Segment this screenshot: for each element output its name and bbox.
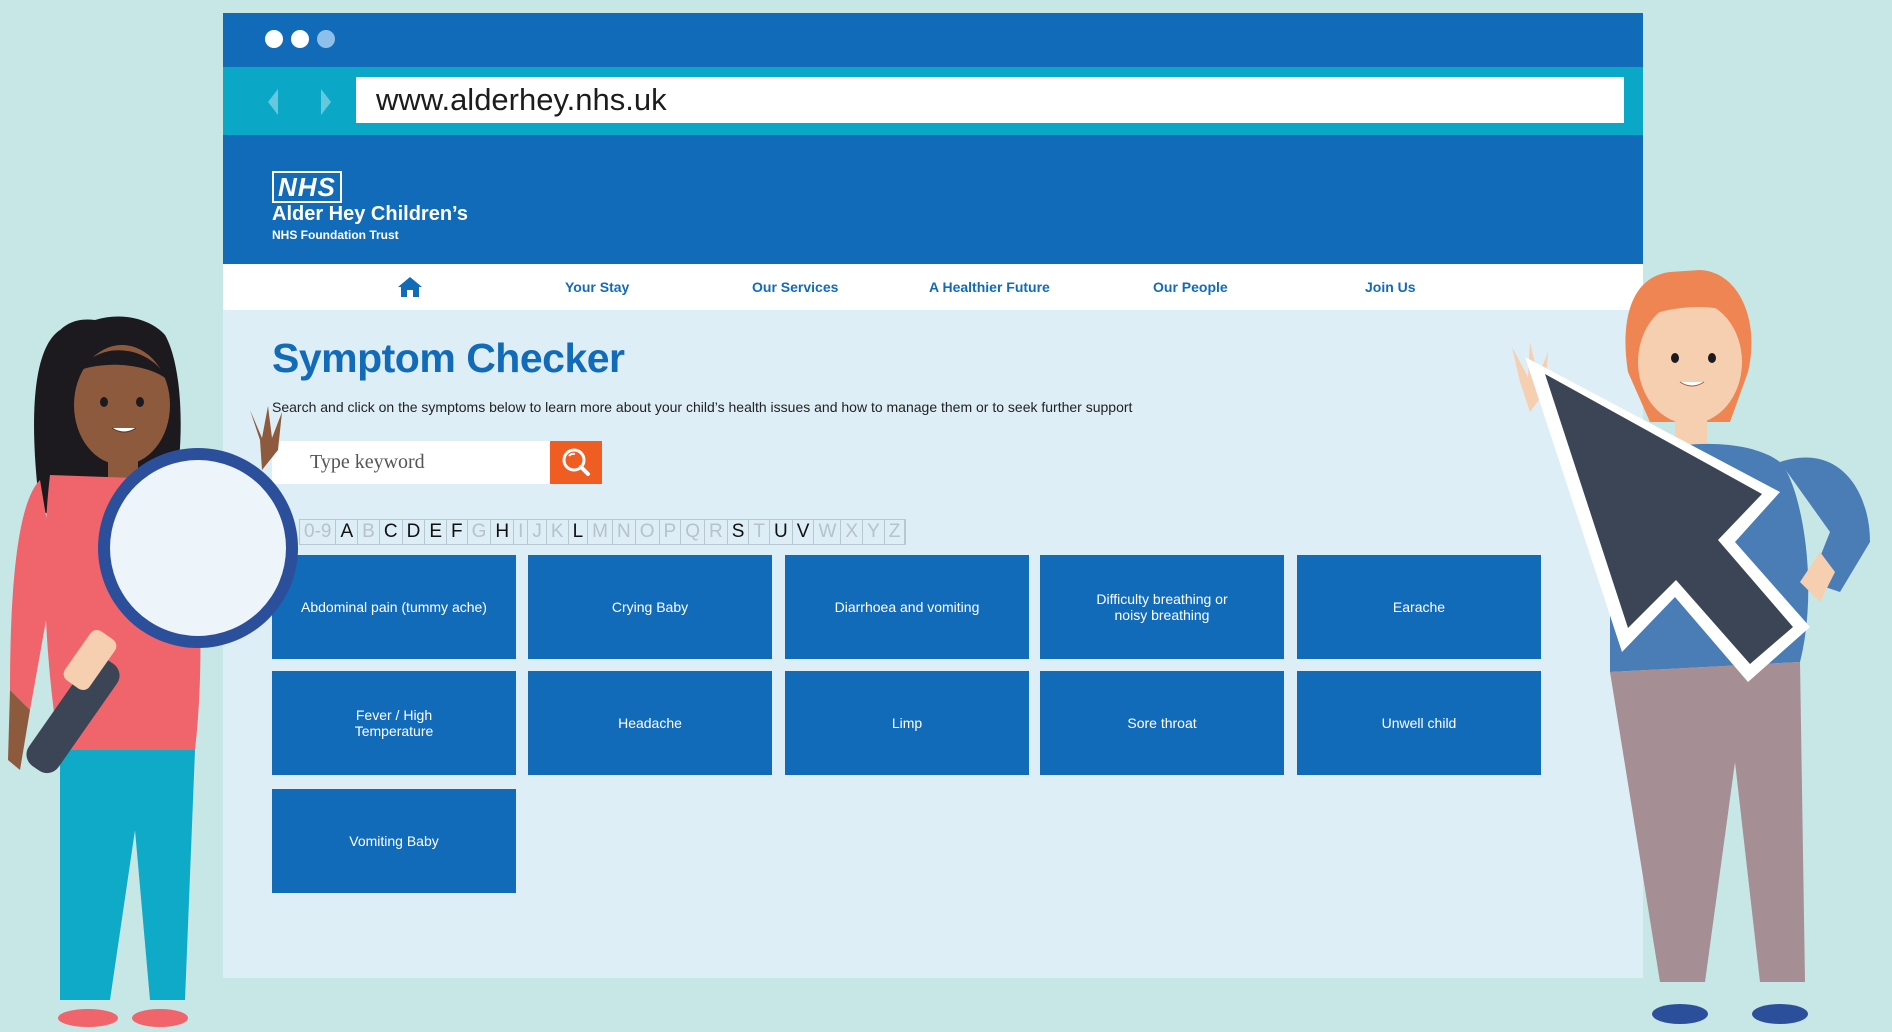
alphabet-letter-q: Q [681,520,705,544]
alphabet-letter-i: I [514,520,529,544]
symptom-tile[interactable]: Difficulty breathing or noisy breathing [1040,555,1284,659]
symptom-tile[interactable]: Crying Baby [528,555,772,659]
symptom-tile[interactable]: Headache [528,671,772,775]
alphabet-letter-c[interactable]: C [380,520,403,544]
search-input[interactable] [272,441,550,484]
trust-subtitle: NHS Foundation Trust [272,228,399,242]
alphabet-filter: 0-9 A B C D E F G H I J K L M N O P Q R S T U V W X Y Z [299,519,907,545]
alphabet-letter-r: R [705,520,728,544]
alphabet-letter-z: Z [885,520,906,544]
nav-item-our-people[interactable]: Our People [1153,264,1228,310]
page-description: Search and click on the symptoms below t… [272,399,1133,415]
home-icon[interactable] [397,276,423,298]
alphabet-letter-x: X [841,520,864,544]
alphabet-letter-s[interactable]: S [728,520,750,544]
alphabet-letter-u[interactable]: U [770,520,793,544]
window-titlebar [223,13,1643,67]
alphabet-letter-m: M [588,520,613,544]
alphabet-letter-o: O [636,520,660,544]
boy-illustration [1512,270,1870,1024]
symptom-tile[interactable]: Limp [785,671,1029,775]
search-box [272,441,602,484]
trust-name: Alder Hey Children’s [272,203,468,225]
symptom-tile[interactable]: Sore throat [1040,671,1284,775]
site-header: NHS Alder Hey Children’s NHS Foundation … [223,135,1643,264]
alphabet-letter-a[interactable]: A [336,520,359,544]
nav-item-our-services[interactable]: Our Services [752,264,838,310]
alphabet-letter-b: B [358,520,380,544]
alphabet-letter-d[interactable]: D [403,520,426,544]
page-title: Symptom Checker [272,335,625,381]
nav-item-a-healthier-future[interactable]: A Healthier Future [929,264,1050,310]
alphabet-letter-j: J [528,520,547,544]
search-button[interactable] [550,441,602,484]
alphabet-letter-y: Y [863,520,885,544]
alphabet-letter-w: W [814,520,842,544]
url-field[interactable]: www.alderhey.nhs.uk [356,77,1624,123]
chevron-right-icon[interactable] [321,89,331,115]
girl-illustration [8,316,298,1027]
alphabet-letter-e[interactable]: E [425,520,447,544]
magnifier-icon [562,448,590,476]
main-nav: Your Stay Our Services A Healthier Futur… [223,264,1643,310]
browser-window: www.alderhey.nhs.uk NHS Alder Hey Childr… [223,13,1643,978]
chevron-left-icon[interactable] [268,89,278,115]
symptom-tile[interactable]: Diarrhoea and vomiting [785,555,1029,659]
alphabet-letter-n: N [613,520,636,544]
alphabet-letter-t: T [749,520,771,544]
nav-item-join-us[interactable]: Join Us [1365,264,1416,310]
window-control-close[interactable] [265,30,283,48]
alphabet-letter-h[interactable]: H [491,520,515,544]
alphabet-letter-f[interactable]: F [447,520,468,544]
alphabet-letter-l[interactable]: L [569,520,589,544]
address-bar: www.alderhey.nhs.uk [223,67,1643,135]
alphabet-letter-p: P [660,520,682,544]
nhs-logo[interactable]: NHS [272,171,342,203]
window-control-maximize[interactable] [317,30,335,48]
window-control-minimize[interactable] [291,30,309,48]
alphabet-letter-k: K [547,520,569,544]
alphabet-letter-g: G [468,520,492,544]
alphabet-letter-v[interactable]: V [793,520,815,544]
nav-item-your-stay[interactable]: Your Stay [565,264,629,310]
